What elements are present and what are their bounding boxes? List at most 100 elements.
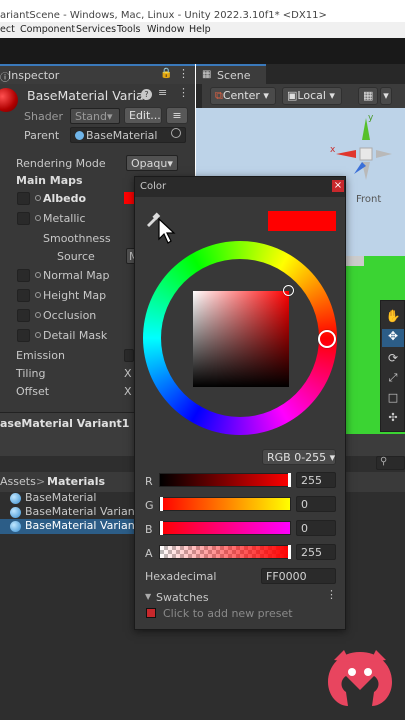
detail-mask-picker-icon[interactable] xyxy=(35,332,41,338)
breadcrumb-materials[interactable]: Materials xyxy=(47,475,105,488)
channel-g-slider[interactable] xyxy=(159,497,291,511)
close-button[interactable]: × xyxy=(332,180,344,192)
tab-inspector[interactable]: ⓘ Inspector 🔒 ⋮ xyxy=(0,64,195,84)
hex-input[interactable]: FF0000 xyxy=(261,568,336,584)
channel-a-slider[interactable] xyxy=(159,545,291,559)
normal-map-label: Normal Map xyxy=(43,269,110,282)
channel-b-input[interactable]: 0 xyxy=(296,520,336,536)
offset-x-label: X xyxy=(124,385,132,398)
tools-overlay: ✋ ✥ ⟳ ⤢ □ ✣ xyxy=(380,300,405,432)
albedo-color-swatch[interactable] xyxy=(124,192,134,204)
space-local-toggle[interactable]: ▣Local ▾ xyxy=(282,87,342,105)
edit-shader-button[interactable]: Edit... xyxy=(124,107,162,124)
preset-icon[interactable]: ≡ xyxy=(158,86,167,99)
occlusion-texture-slot[interactable] xyxy=(17,309,30,322)
normal-map-picker-icon[interactable] xyxy=(35,272,41,278)
swatches-label[interactable]: Swatches xyxy=(156,591,209,604)
menu-item-services[interactable]: Services xyxy=(76,24,116,35)
pivot-center-toggle[interactable]: ⧉Center ▾ xyxy=(210,87,276,105)
transform-tool-icon[interactable]: ✣ xyxy=(385,411,401,427)
menu-item-project[interactable]: ect xyxy=(0,24,15,35)
material-icon xyxy=(10,493,21,504)
albedo-texture-slot[interactable] xyxy=(17,192,30,205)
hue-handle[interactable] xyxy=(318,330,336,348)
channel-r-label: R xyxy=(145,475,153,488)
material-preview-sphere xyxy=(0,88,18,112)
color-mode-dropdown[interactable]: RGB 0-255 ▾ xyxy=(262,449,336,465)
hand-tool-icon[interactable]: ✋ xyxy=(385,309,401,325)
channel-a-handle[interactable] xyxy=(288,545,291,559)
gizmo-view-label: Front xyxy=(356,194,382,205)
grid-snapping-dropdown[interactable]: ▾ xyxy=(380,87,392,105)
metallic-label: Metallic xyxy=(43,212,86,225)
scene-tabbar: ▦ Scene xyxy=(196,64,405,84)
list-item-label: BaseMaterial Variant xyxy=(25,519,139,532)
svg-text:x: x xyxy=(330,145,336,155)
occlusion-picker-icon[interactable] xyxy=(35,312,41,318)
pivot-icon: ⧉ xyxy=(215,89,223,102)
channel-r-handle[interactable] xyxy=(288,473,291,487)
window-titlebar: ariantScene - Windows, Mac, Linux - Unit… xyxy=(0,0,405,22)
swatch-preset[interactable] xyxy=(146,608,156,618)
project-search-field[interactable]: ⚲ xyxy=(376,456,405,470)
parent-object-field[interactable]: BaseMaterial xyxy=(70,127,186,143)
list-item-label: BaseMaterial xyxy=(25,491,97,504)
window-title: ariantScene - Windows, Mac, Linux - Unit… xyxy=(0,10,327,21)
height-map-picker-icon[interactable] xyxy=(35,292,41,298)
detail-mask-label: Detail Mask xyxy=(43,329,108,342)
swatches-foldout-icon[interactable]: ▼ xyxy=(145,592,151,601)
emission-toggle[interactable] xyxy=(124,349,134,362)
space-label: Local xyxy=(297,89,326,102)
material-variant-icon xyxy=(10,521,21,532)
breadcrumb-assets[interactable]: Assets xyxy=(0,475,36,488)
channel-r-input[interactable]: 255 xyxy=(296,472,336,488)
more-menu-icon[interactable]: ⋮ xyxy=(178,67,189,80)
scale-tool-icon[interactable]: ⤢ xyxy=(385,371,401,387)
channel-g-label: G xyxy=(145,499,154,512)
pivot-label: Center xyxy=(222,89,260,102)
channel-g-handle[interactable] xyxy=(160,497,163,511)
saturation-value-square[interactable] xyxy=(193,291,289,387)
menu-item-component[interactable]: Component xyxy=(20,24,75,35)
color-picker-dialog: Color × RGB 0-255 ▾ R 255 G 0 B 0 A 255 … xyxy=(134,176,346,630)
tab-scene[interactable]: ▦ Scene xyxy=(196,64,266,84)
tab-scene-label: Scene xyxy=(217,69,251,82)
material-icon xyxy=(75,131,84,140)
channel-r-slider[interactable] xyxy=(159,473,291,487)
main-toolbar xyxy=(0,38,405,64)
height-map-texture-slot[interactable] xyxy=(17,289,30,302)
detail-mask-texture-slot[interactable] xyxy=(17,329,30,342)
shader-menu-button[interactable]: ≡ xyxy=(166,107,188,124)
menu-item-help[interactable]: Help xyxy=(189,24,211,35)
help-icon[interactable]: ? xyxy=(141,89,152,100)
color-picker-title: Color xyxy=(140,181,167,192)
object-picker-icon[interactable] xyxy=(171,128,181,138)
shader-dropdown[interactable]: Stand▾ xyxy=(70,108,120,124)
swatches-menu-icon[interactable]: ⋮ xyxy=(326,588,337,601)
metallic-picker-icon[interactable] xyxy=(35,215,41,221)
list-item-selected[interactable]: BaseMaterial Variant xyxy=(0,519,139,534)
normal-map-texture-slot[interactable] xyxy=(17,269,30,282)
preview-material-name: aseMaterial Variant1 xyxy=(0,417,130,430)
smoothness-label: Smoothness xyxy=(43,232,111,245)
rotate-tool-icon[interactable]: ⟳ xyxy=(385,351,401,367)
sv-handle[interactable] xyxy=(283,285,294,296)
move-tool-icon[interactable]: ✥ xyxy=(382,329,404,347)
channel-b-label: B xyxy=(145,523,153,536)
channel-a-input[interactable]: 255 xyxy=(296,544,336,560)
channel-b-handle[interactable] xyxy=(160,521,163,535)
channel-b-slider[interactable] xyxy=(159,521,291,535)
channel-g-input[interactable]: 0 xyxy=(296,496,336,512)
albedo-picker-icon[interactable] xyxy=(35,195,41,201)
menu-item-tools[interactable]: Tools xyxy=(117,24,140,35)
list-item[interactable]: BaseMaterial Variant xyxy=(0,505,139,520)
list-item[interactable]: BaseMaterial xyxy=(0,491,135,506)
menu-item-window[interactable]: Window xyxy=(147,24,184,35)
rendering-mode-dropdown[interactable]: Opaqu▾ xyxy=(126,155,178,171)
color-picker-titlebar[interactable]: Color × xyxy=(135,177,345,197)
context-menu-icon[interactable]: ⋮ xyxy=(178,86,189,99)
lock-icon[interactable]: 🔒 xyxy=(160,68,172,79)
rect-tool-icon[interactable]: □ xyxy=(385,391,401,407)
metallic-texture-slot[interactable] xyxy=(17,212,30,225)
grid-snapping-button[interactable]: ▦ xyxy=(358,87,378,105)
